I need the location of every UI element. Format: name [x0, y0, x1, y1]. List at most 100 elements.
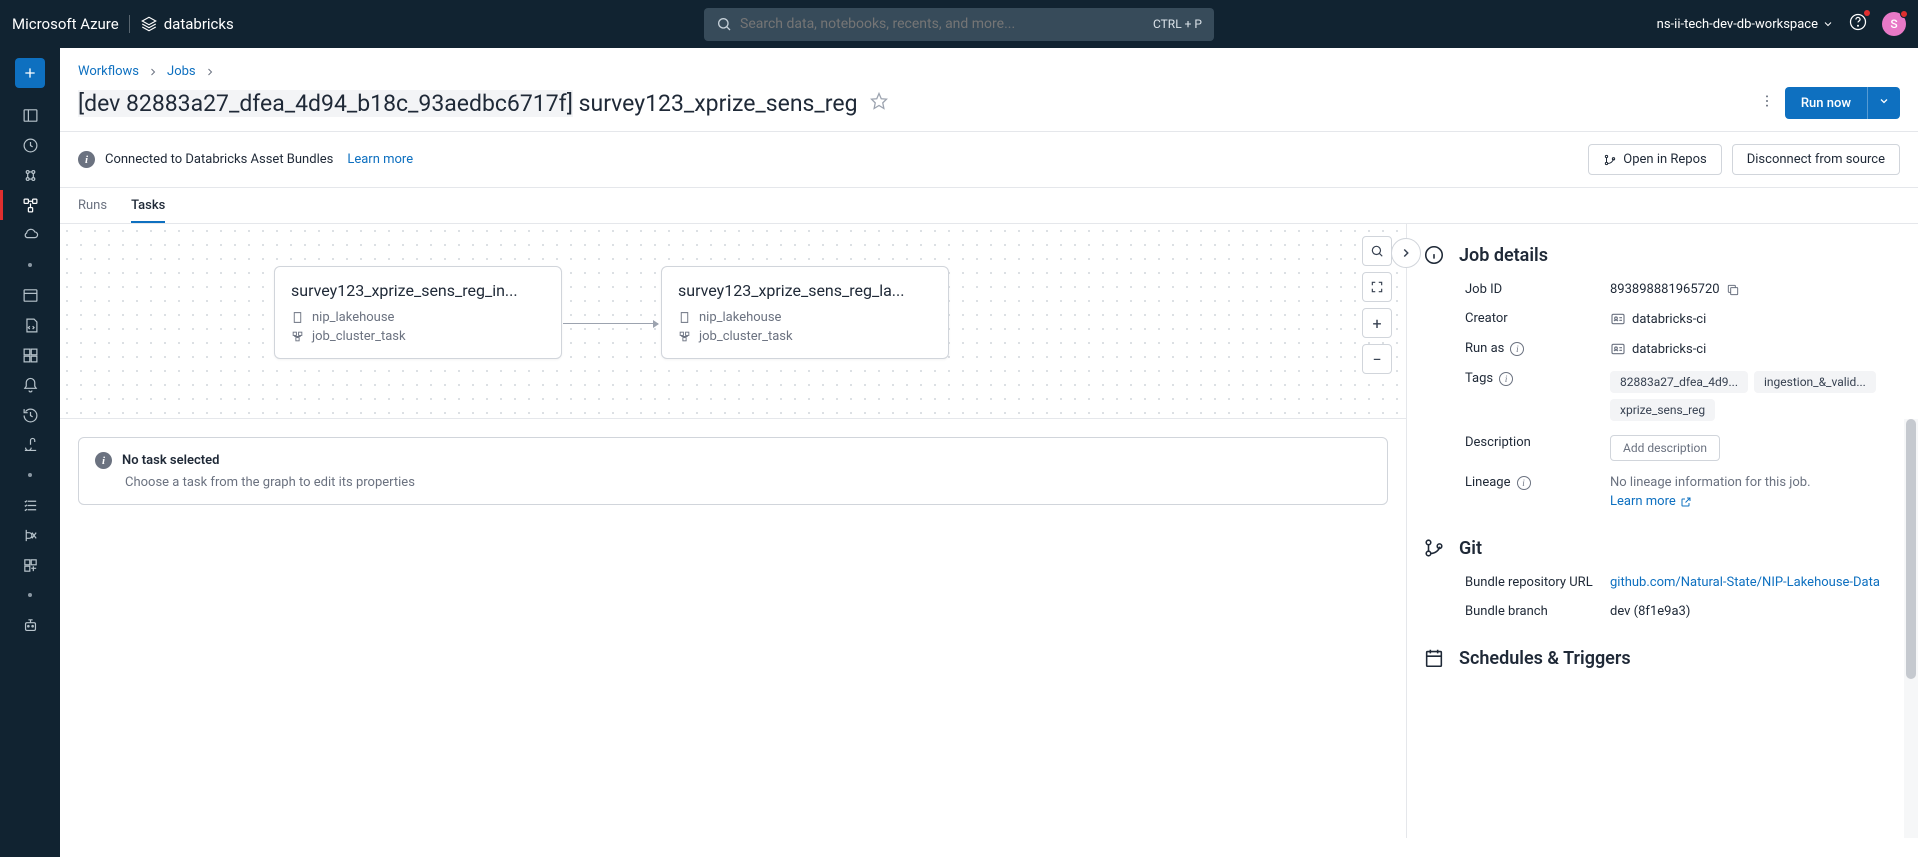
- add-description-button[interactable]: Add description: [1610, 435, 1720, 461]
- nav-workflows[interactable]: [0, 190, 60, 220]
- top-header: Microsoft Azure databricks CTRL + P ns-i…: [0, 0, 1918, 48]
- info-icon[interactable]: i: [1510, 342, 1524, 356]
- nav-delta[interactable]: [0, 520, 60, 550]
- search-icon: [716, 16, 732, 32]
- search-shortcut: CTRL + P: [1153, 17, 1202, 31]
- nav-partners[interactable]: [0, 550, 60, 580]
- nav-alerts[interactable]: [0, 370, 60, 400]
- job-details-section: Job details Job ID 893898881965720 Creat…: [1423, 244, 1898, 509]
- detail-job-id: Job ID 893898881965720: [1465, 282, 1898, 297]
- breadcrumb-workflows[interactable]: Workflows: [78, 64, 139, 79]
- info-icon[interactable]: i: [1517, 476, 1531, 490]
- nav-history[interactable]: [0, 400, 60, 430]
- git-branch-icon: [1603, 153, 1617, 167]
- cloud-icon: [22, 227, 39, 244]
- nav-catalog[interactable]: [0, 160, 60, 190]
- page-header: Workflows Jobs [dev 82883a27_dfea_4d94_b…: [60, 48, 1918, 132]
- left-pane: survey123_xprize_sens_reg_in... nip_lake…: [60, 224, 1406, 838]
- avatar[interactable]: S: [1882, 12, 1906, 36]
- databricks-icon: [140, 15, 158, 33]
- git-section: Git Bundle repository URL github.com/Nat…: [1423, 537, 1898, 619]
- fullscreen-icon: [1370, 280, 1384, 294]
- run-dropdown-button[interactable]: [1867, 87, 1900, 119]
- nav-warehouses[interactable]: [0, 430, 60, 460]
- queries-icon: [22, 317, 39, 334]
- git-branch-icon: [1423, 537, 1445, 559]
- nav-dashboards[interactable]: [0, 340, 60, 370]
- bundle-banner: i Connected to Databricks Asset Bundles …: [60, 132, 1918, 188]
- nav-ml[interactable]: [0, 610, 60, 640]
- workspace-label: ns-ii-tech-dev-db-workspace: [1657, 17, 1818, 32]
- graph-zoom-in-button[interactable]: +: [1362, 308, 1392, 338]
- workspace-dropdown[interactable]: ns-ii-tech-dev-db-workspace: [1657, 17, 1834, 32]
- workflows-icon: [22, 197, 39, 214]
- delta-icon: [22, 527, 39, 544]
- nav-workspace[interactable]: [0, 100, 60, 130]
- catalog-icon: [22, 167, 39, 184]
- cluster-icon: [678, 330, 691, 343]
- run-now-button[interactable]: Run now: [1785, 87, 1867, 119]
- graph-zoom-out-button[interactable]: −: [1362, 344, 1392, 374]
- detail-lineage: Lineage i No lineage information for thi…: [1465, 475, 1898, 509]
- tab-runs[interactable]: Runs: [78, 188, 107, 223]
- brand-databricks[interactable]: databricks: [129, 15, 234, 33]
- avatar-dot: [1900, 10, 1908, 18]
- search-input[interactable]: [740, 16, 1153, 32]
- graph-fullscreen-button[interactable]: [1362, 272, 1392, 302]
- task-node-2[interactable]: survey123_xprize_sens_reg_la... nip_lake…: [661, 266, 949, 359]
- favorite-button[interactable]: [870, 92, 888, 114]
- content-split: survey123_xprize_sens_reg_in... nip_lake…: [60, 224, 1918, 838]
- open-repos-button[interactable]: Open in Repos: [1588, 144, 1721, 175]
- help-icon[interactable]: [1848, 12, 1868, 36]
- nav-recents[interactable]: [0, 130, 60, 160]
- scrollbar[interactable]: [1904, 419, 1918, 838]
- clock-icon: [22, 137, 39, 154]
- open-repos-label: Open in Repos: [1623, 152, 1706, 167]
- list-icon: [22, 497, 39, 514]
- tag-chip[interactable]: ingestion_&_valid...: [1754, 371, 1876, 393]
- repo-url-link[interactable]: github.com/Natural-State/NIP-Lakehouse-D…: [1610, 575, 1880, 590]
- tag-chip[interactable]: xprize_sens_reg: [1610, 399, 1715, 421]
- left-sidebar: [0, 48, 60, 857]
- task-graph[interactable]: survey123_xprize_sens_reg_in... nip_lake…: [60, 224, 1406, 419]
- nav-sql-editor[interactable]: [0, 280, 60, 310]
- search-box[interactable]: CTRL + P: [704, 8, 1214, 41]
- job-name: survey123_xprize_sens_reg: [579, 90, 858, 117]
- tab-tasks[interactable]: Tasks: [131, 188, 165, 223]
- collapse-right-panel[interactable]: [1391, 238, 1421, 268]
- nav-queries[interactable]: [0, 310, 60, 340]
- more-menu[interactable]: [1759, 93, 1775, 113]
- bell-icon: [22, 377, 39, 394]
- partners-icon: [22, 557, 39, 574]
- tag-chip[interactable]: 82883a27_dfea_4d9...: [1610, 371, 1748, 393]
- chevron-right-icon: [1399, 246, 1413, 260]
- task-node-cluster: job_cluster_task: [291, 329, 545, 344]
- new-button[interactable]: [15, 58, 45, 88]
- scrollbar-thumb[interactable]: [1906, 419, 1916, 679]
- job-details-header: Job details: [1423, 244, 1898, 266]
- info-icon[interactable]: i: [1499, 372, 1513, 386]
- panel-icon: [22, 107, 39, 124]
- breadcrumb: Workflows Jobs: [78, 64, 1900, 79]
- breadcrumb-jobs[interactable]: Jobs: [167, 64, 196, 79]
- graph-search-button[interactable]: [1362, 236, 1392, 266]
- info-circle-icon: [1423, 244, 1445, 266]
- plus-icon: [22, 65, 38, 81]
- nav-divider-2: [0, 460, 60, 490]
- task-node-1[interactable]: survey123_xprize_sens_reg_in... nip_lake…: [274, 266, 562, 359]
- dashboards-icon: [22, 347, 39, 364]
- tabs: Runs Tasks: [60, 188, 1918, 224]
- copy-icon[interactable]: [1726, 283, 1740, 297]
- nav-ingestion[interactable]: [0, 490, 60, 520]
- title-actions: Run now: [1759, 87, 1900, 119]
- nav-compute[interactable]: [0, 220, 60, 250]
- learn-more-link[interactable]: Learn more: [347, 152, 413, 167]
- avatar-letter: S: [1890, 17, 1897, 31]
- header-right: ns-ii-tech-dev-db-workspace S: [1657, 12, 1906, 36]
- no-task-panel: i No task selected Choose a task from th…: [78, 437, 1388, 505]
- detail-run-as: Run as i databricks-ci: [1465, 341, 1898, 357]
- schedules-section: Schedules & Triggers: [1423, 647, 1898, 669]
- disconnect-button[interactable]: Disconnect from source: [1732, 144, 1900, 175]
- lineage-learn-more-link[interactable]: Learn more: [1610, 494, 1692, 509]
- sql-icon: [22, 287, 39, 304]
